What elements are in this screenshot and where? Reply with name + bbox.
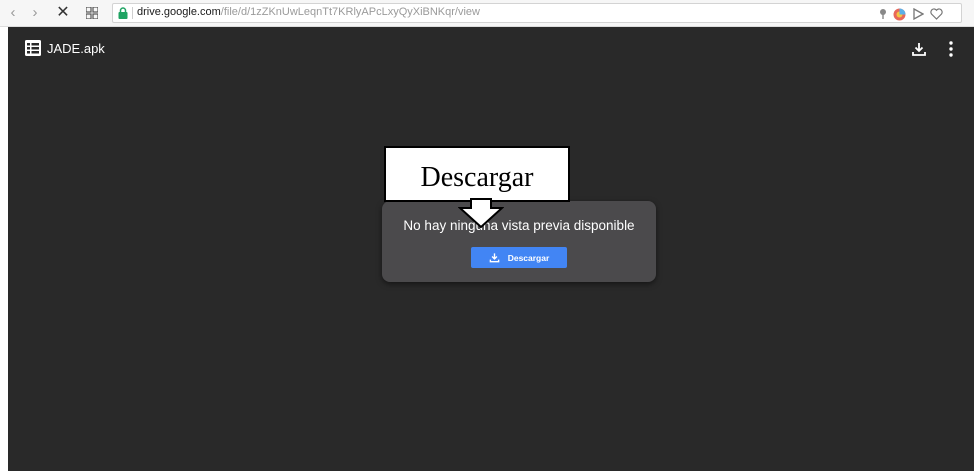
viewer-topbar: JADE.apk xyxy=(8,27,974,71)
download-button-label: Descargar xyxy=(507,252,550,263)
download-icon[interactable] xyxy=(911,41,927,57)
annotation-label: Descargar xyxy=(420,162,534,193)
no-preview-dialog: No hay ninguna vista previa disponible D… xyxy=(382,201,656,282)
down-arrow-icon xyxy=(458,198,504,228)
url-separator xyxy=(132,7,133,19)
browser-toolbar: ‹ › ✕ drive.google.com/file/d/1zZKnUwLeq… xyxy=(0,0,974,27)
url-path: /file/d/1zZKnUwLeqnTt7KRlyAPcLxyQyXiBNKq… xyxy=(220,6,480,18)
grid-icon[interactable] xyxy=(84,4,100,22)
extension-icons xyxy=(879,7,943,21)
address-bar[interactable]: drive.google.com/file/d/1zZKnUwLeqnTt7KR… xyxy=(112,3,962,23)
close-icon[interactable]: ✕ xyxy=(56,4,70,22)
extension-icon[interactable] xyxy=(893,8,906,21)
url-host: drive.google.com xyxy=(137,6,221,18)
file-viewer: JADE.apk No hay ninguna vista previa dis… xyxy=(8,27,974,471)
lock-icon xyxy=(118,7,128,19)
annotation-callout: Descargar xyxy=(384,146,570,228)
more-vert-icon[interactable] xyxy=(948,40,954,58)
download-button[interactable]: Descargar xyxy=(471,247,567,268)
file-name: JADE.apk xyxy=(47,41,105,56)
download-icon xyxy=(489,253,500,263)
left-margin xyxy=(0,27,8,471)
forward-icon[interactable]: › xyxy=(28,4,42,22)
pin-icon[interactable] xyxy=(879,8,887,20)
play-icon[interactable] xyxy=(912,8,924,20)
url-text: drive.google.com/file/d/1zZKnUwLeqnTt7KR… xyxy=(137,6,480,18)
back-icon[interactable]: ‹ xyxy=(6,4,20,22)
spreadsheet-icon xyxy=(25,40,41,56)
no-preview-message: No hay ninguna vista previa disponible xyxy=(403,218,635,233)
heart-icon[interactable] xyxy=(930,8,943,20)
